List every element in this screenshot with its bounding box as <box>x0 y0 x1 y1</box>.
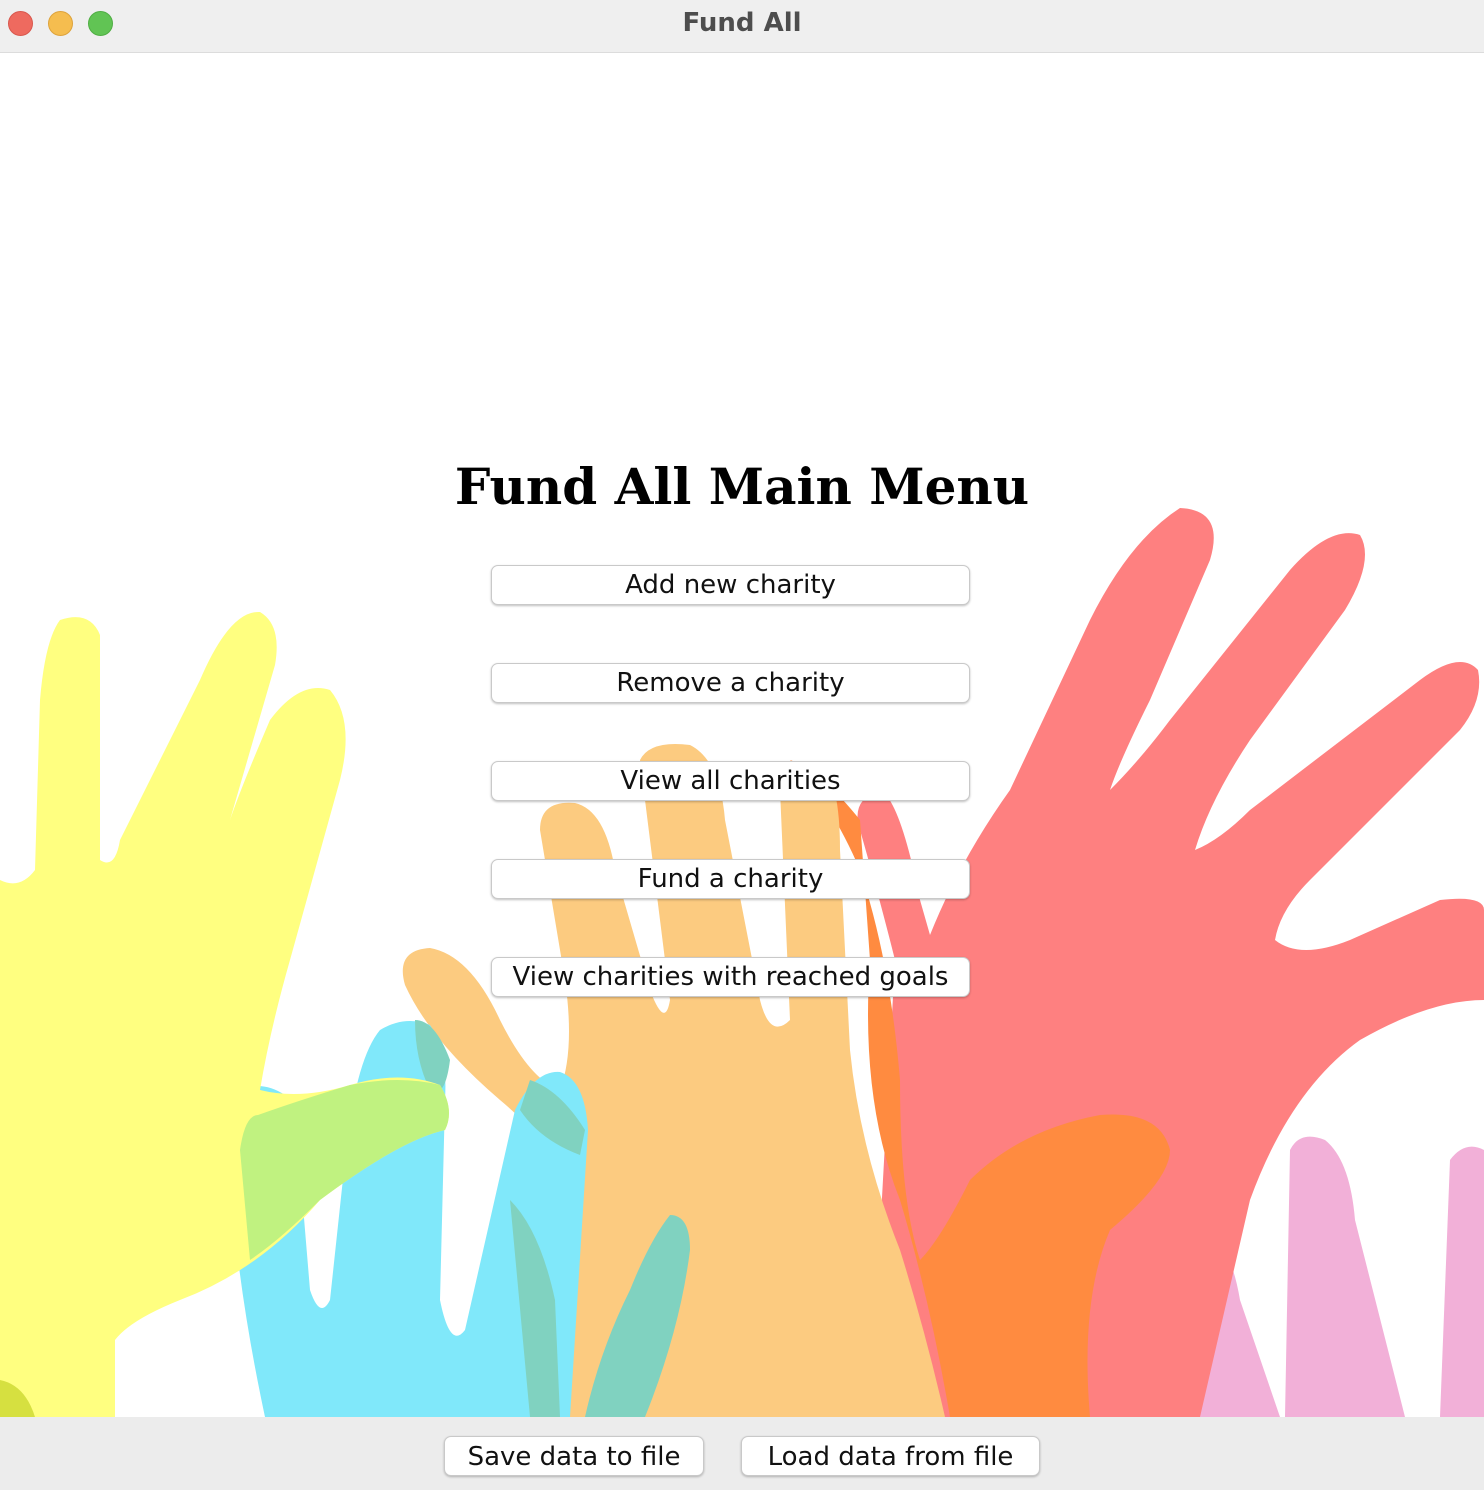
view-reached-goals-button[interactable]: View charities with reached goals <box>491 957 970 997</box>
save-data-button[interactable]: Save data to file <box>444 1436 704 1476</box>
remove-charity-button[interactable]: Remove a charity <box>491 663 970 703</box>
load-data-button[interactable]: Load data from file <box>741 1436 1040 1476</box>
hands-background-image <box>0 508 1484 1417</box>
main-menu-title: Fund All Main Menu <box>454 457 1030 516</box>
add-charity-button[interactable]: Add new charity <box>491 565 970 605</box>
window-title: Fund All <box>682 8 802 38</box>
fund-charity-button[interactable]: Fund a charity <box>491 859 970 899</box>
view-all-charities-button[interactable]: View all charities <box>491 761 970 801</box>
title-bar: Fund All <box>0 0 1484 53</box>
footer-bar: Save data to file Load data from file <box>0 1417 1484 1490</box>
main-menu-panel: Fund All Main Menu Add new charity Remov… <box>0 53 1484 1417</box>
